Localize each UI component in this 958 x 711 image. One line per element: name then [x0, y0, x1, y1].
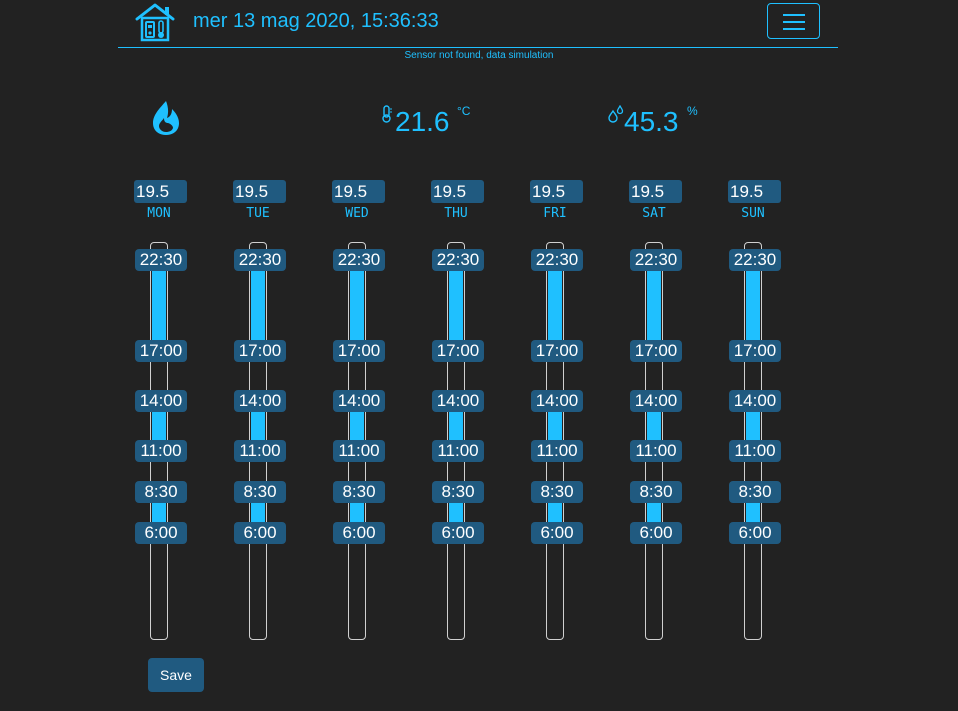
time-handle[interactable]: 22:30 — [234, 249, 286, 271]
temperature-value: 21.6 — [395, 106, 450, 137]
time-handle[interactable]: 14:00 — [630, 390, 682, 412]
time-handle[interactable]: 8:30 — [729, 481, 781, 503]
humidity-reading: 45.3 % — [607, 104, 707, 140]
time-handle[interactable]: 11:00 — [531, 440, 583, 462]
time-handle[interactable]: 17:00 — [729, 340, 781, 362]
setpoint-input[interactable]: 19.5 — [530, 180, 583, 203]
heating-period-fill — [548, 261, 562, 352]
time-handle[interactable]: 6:00 — [135, 522, 187, 544]
flame-icon — [153, 101, 179, 135]
sensor-status-note: Sensor not found, data simulation — [404, 50, 554, 61]
setpoint-input[interactable]: 19.5 — [332, 180, 385, 203]
temperature-unit: °C — [457, 104, 471, 118]
temperature-reading: 21.6 °C — [381, 104, 481, 140]
time-handle[interactable]: 17:00 — [630, 340, 682, 362]
day-label: SAT — [642, 206, 666, 221]
setpoint-input[interactable]: 19.5 — [233, 180, 286, 203]
time-handle[interactable]: 22:30 — [135, 249, 187, 271]
time-handle[interactable]: 8:30 — [333, 481, 385, 503]
day-column-mon: 19.5 MON 22:30 17:00 14:00 11:00 8:30 6:00 — [134, 180, 188, 640]
time-handle[interactable]: 6:00 — [333, 522, 385, 544]
time-handle[interactable]: 11:00 — [234, 440, 286, 462]
setpoint-input[interactable]: 19.5 — [629, 180, 682, 203]
day-label: FRI — [543, 206, 567, 221]
heating-period-fill — [449, 261, 463, 352]
save-button[interactable]: Save — [148, 658, 204, 692]
time-handle[interactable]: 6:00 — [729, 522, 781, 544]
time-handle[interactable]: 14:00 — [531, 390, 583, 412]
time-handle[interactable]: 11:00 — [729, 440, 781, 462]
setpoint-input[interactable]: 19.5 — [728, 180, 781, 203]
day-column-wed: 19.5 WED 22:30 17:00 14:00 11:00 8:30 6:00 — [332, 180, 386, 640]
time-handle[interactable]: 11:00 — [333, 440, 385, 462]
time-handle[interactable]: 22:30 — [432, 249, 484, 271]
time-handle[interactable]: 17:00 — [234, 340, 286, 362]
time-handle[interactable]: 8:30 — [135, 481, 187, 503]
day-label: WED — [345, 206, 369, 221]
time-handle[interactable]: 17:00 — [333, 340, 385, 362]
day-label: THU — [444, 206, 468, 221]
day-column-fri: 19.5 FRI 22:30 17:00 14:00 11:00 8:30 6:00 — [530, 180, 584, 640]
time-handle[interactable]: 11:00 — [135, 440, 187, 462]
time-handle[interactable]: 22:30 — [333, 249, 385, 271]
day-label: SUN — [741, 206, 765, 221]
day-column-sat: 19.5 SAT 22:30 17:00 14:00 11:00 8:30 6:00 — [629, 180, 683, 640]
time-handle[interactable]: 8:30 — [630, 481, 682, 503]
time-handle[interactable]: 8:30 — [531, 481, 583, 503]
time-handle[interactable]: 22:30 — [531, 249, 583, 271]
setpoint-input[interactable]: 19.5 — [431, 180, 484, 203]
heating-period-fill — [152, 261, 166, 352]
setpoint-input[interactable]: 19.5 — [134, 180, 187, 203]
day-label: MON — [147, 206, 171, 221]
time-handle[interactable]: 8:30 — [234, 481, 286, 503]
time-handle[interactable]: 11:00 — [432, 440, 484, 462]
day-column-thu: 19.5 THU 22:30 17:00 14:00 11:00 8:30 6:00 — [431, 180, 485, 640]
thermometer-icon — [382, 105, 392, 123]
time-handle[interactable]: 14:00 — [333, 390, 385, 412]
day-label: TUE — [246, 206, 270, 221]
time-handle[interactable]: 14:00 — [432, 390, 484, 412]
time-handle[interactable]: 22:30 — [630, 249, 682, 271]
time-handle[interactable]: 17:00 — [531, 340, 583, 362]
day-column-tue: 19.5 TUE 22:30 17:00 14:00 11:00 8:30 6:00 — [233, 180, 287, 640]
time-handle[interactable]: 17:00 — [432, 340, 484, 362]
heating-period-fill — [251, 261, 265, 352]
house-thermostat-icon[interactable] — [134, 2, 176, 42]
heating-period-fill — [350, 261, 364, 352]
time-handle[interactable]: 17:00 — [135, 340, 187, 362]
time-handle[interactable]: 6:00 — [432, 522, 484, 544]
hamburger-menu-icon — [783, 14, 805, 16]
time-handle[interactable]: 14:00 — [234, 390, 286, 412]
time-handle[interactable]: 6:00 — [531, 522, 583, 544]
heating-period-fill — [746, 261, 760, 352]
time-handle[interactable]: 22:30 — [729, 249, 781, 271]
time-handle[interactable]: 14:00 — [135, 390, 187, 412]
humidity-unit: % — [687, 104, 698, 118]
time-handle[interactable]: 6:00 — [234, 522, 286, 544]
time-handle[interactable]: 14:00 — [729, 390, 781, 412]
water-drops-icon — [608, 105, 624, 123]
top-navbar: mer 13 mag 2020, 15:36:33 — [118, 0, 838, 48]
menu-toggle-button[interactable] — [767, 3, 820, 39]
humidity-value: 45.3 — [624, 106, 679, 137]
day-column-sun: 19.5 SUN 22:30 17:00 14:00 11:00 8:30 6:00 — [728, 180, 782, 640]
time-handle[interactable]: 11:00 — [630, 440, 682, 462]
heating-period-fill — [647, 261, 661, 352]
time-handle[interactable]: 8:30 — [432, 481, 484, 503]
current-datetime: mer 13 mag 2020, 15:36:33 — [193, 10, 439, 32]
time-handle[interactable]: 6:00 — [630, 522, 682, 544]
